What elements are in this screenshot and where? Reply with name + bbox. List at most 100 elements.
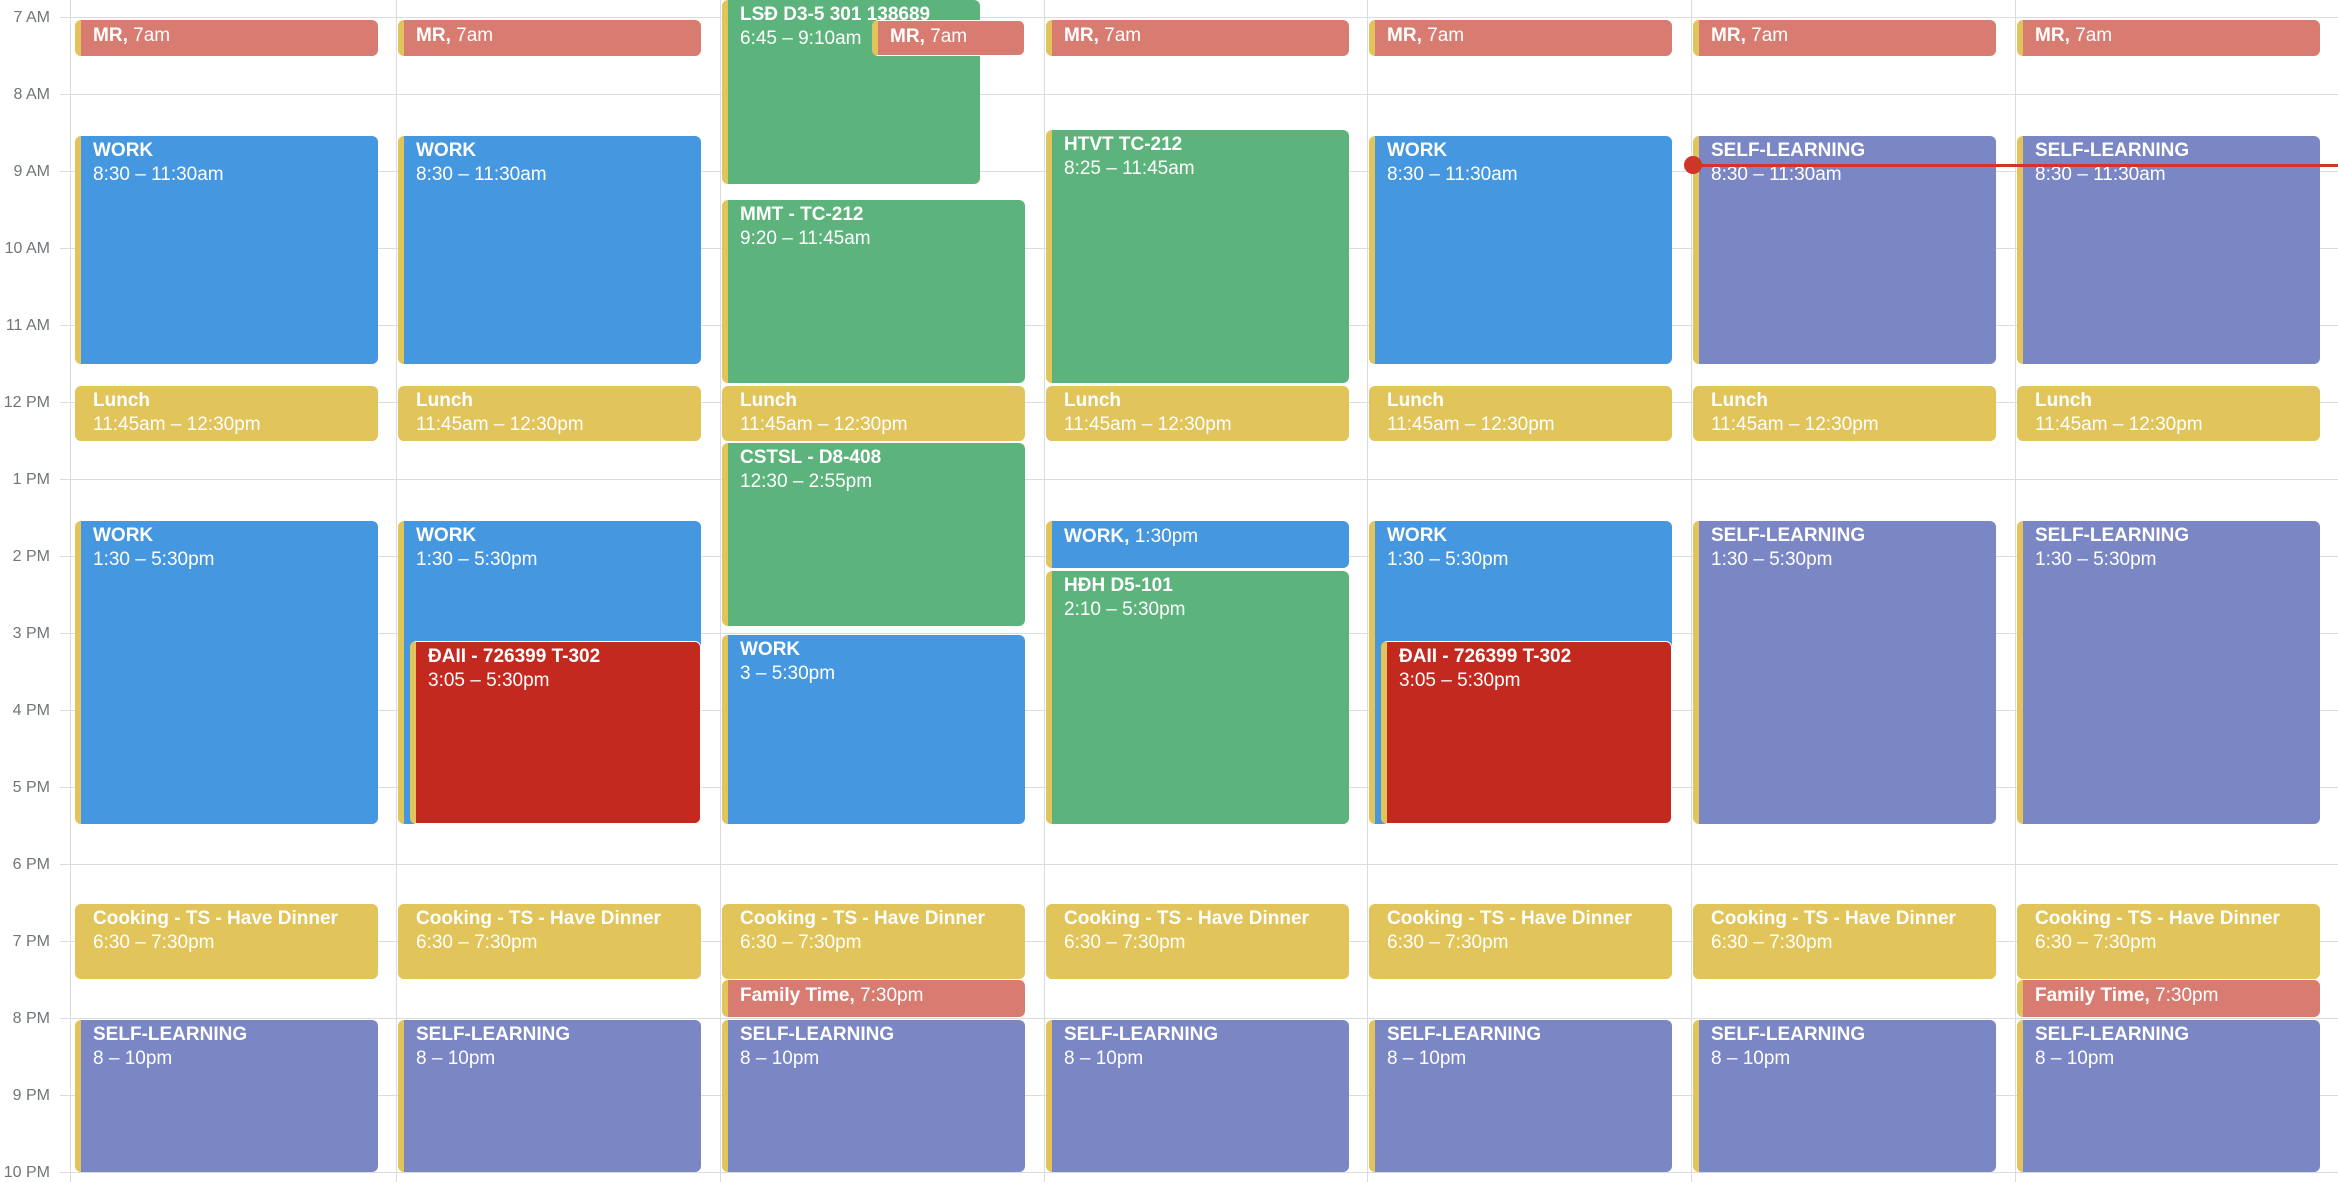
calendar-event[interactable]: Cooking - TS - Have Dinner 6:30 – 7:30pm [1693, 904, 1996, 979]
event-title: Cooking - TS - Have Dinner [1064, 908, 1309, 929]
event-title: MR [93, 25, 123, 46]
hour-gridline [60, 94, 2338, 95]
day-column-divider [1367, 0, 1368, 1182]
calendar-event[interactable]: WORK, 1:30pm [1046, 521, 1349, 568]
calendar-event[interactable]: MR, 7am [398, 20, 701, 56]
time-label: 7 PM [12, 933, 50, 950]
calendar-event[interactable]: Lunch 11:45am – 12:30pm [398, 386, 701, 441]
calendar-event[interactable]: ĐAII - 726399 T-302 3:05 – 5:30pm [1381, 641, 1672, 824]
event-summary: MR, 7am [1064, 24, 1341, 48]
event-title: Cooking - TS - Have Dinner [416, 908, 661, 929]
calendar-event[interactable]: Family Time, 7:30pm [2017, 980, 2320, 1017]
week-calendar-grid: 7 AM 8 AM 9 AM 10 AM 11 AM 12 PM 1 PM 2 PM 3 PM 4… [0, 0, 2338, 1182]
calendar-event[interactable]: Lunch 11:45am – 12:30pm [1693, 386, 1996, 441]
time-label: 9 PM [12, 1087, 50, 1104]
calendar-event[interactable]: SELF-LEARNING 8 – 10pm [1693, 1020, 1996, 1172]
time-label: 4 PM [12, 702, 50, 719]
calendar-event[interactable]: Lunch 11:45am – 12:30pm [2017, 386, 2320, 441]
event-separator: , [1124, 526, 1135, 547]
calendar-event[interactable]: SELF-LEARNING 8 – 10pm [1046, 1020, 1349, 1172]
calendar-event[interactable]: WORK 1:30 – 5:30pm [75, 521, 378, 824]
calendar-event[interactable]: SELF-LEARNING 1:30 – 5:30pm [1693, 521, 1996, 824]
calendar-event[interactable]: MR, 7am [2017, 20, 2320, 56]
event-time: 12:30 – 2:55pm [740, 471, 873, 492]
event-summary: MR, 7am [890, 25, 1016, 49]
calendar-event[interactable]: ĐAII - 726399 T-302 3:05 – 5:30pm [410, 641, 701, 824]
event-time: 7am [133, 25, 171, 46]
event-title: MR [1711, 25, 1741, 46]
calendar-event[interactable]: SELF-LEARNING 1:30 – 5:30pm [2017, 521, 2320, 824]
event-title: MR [890, 26, 920, 47]
event-title: WORK [1387, 140, 1448, 161]
calendar-event[interactable]: SELF-LEARNING 8:30 – 11:30am [2017, 136, 2320, 364]
event-time: 8 – 10pm [93, 1048, 173, 1069]
event-title: ĐAII - 726399 T-302 [1399, 646, 1572, 667]
event-title: MR [1387, 25, 1417, 46]
calendar-event[interactable]: Cooking - TS - Have Dinner 6:30 – 7:30pm [1369, 904, 1672, 979]
calendar-event[interactable]: Cooking - TS - Have Dinner 6:30 – 7:30pm [1046, 904, 1349, 979]
event-title: Cooking - TS - Have Dinner [1387, 908, 1632, 929]
day-column-divider [2015, 0, 2016, 1182]
event-time: 8:30 – 11:30am [93, 164, 224, 185]
calendar-event[interactable]: SELF-LEARNING 8 – 10pm [722, 1020, 1025, 1172]
event-title: MR [416, 25, 446, 46]
calendar-event[interactable]: Lunch 11:45am – 12:30pm [1046, 386, 1349, 441]
hour-gridline [60, 479, 2338, 480]
event-title: SELF-LEARNING [740, 1024, 895, 1045]
event-separator: , [1093, 25, 1105, 46]
event-title: SELF-LEARNING [2035, 525, 2190, 546]
event-time: 6:30 – 7:30pm [1064, 932, 1186, 953]
calendar-event[interactable]: WORK 3 – 5:30pm [722, 635, 1025, 824]
event-time: 7am [2075, 25, 2113, 46]
event-title: WORK [416, 525, 477, 546]
calendar-event[interactable]: SELF-LEARNING 8 – 10pm [2017, 1020, 2320, 1172]
calendar-event[interactable]: MR, 7am [1046, 20, 1349, 56]
calendar-event[interactable]: CSTSL - D8-408 12:30 – 2:55pm [722, 443, 1025, 626]
time-label: 8 AM [13, 86, 50, 103]
event-time: 8:30 – 11:30am [416, 164, 547, 185]
calendar-event[interactable]: Family Time, 7:30pm [722, 980, 1025, 1017]
event-time: 1:30 – 5:30pm [416, 549, 538, 570]
calendar-event[interactable]: WORK 8:30 – 11:30am [1369, 136, 1672, 364]
calendar-event[interactable]: HĐH D5-101 2:10 – 5:30pm [1046, 571, 1349, 824]
event-time: 1:30 – 5:30pm [1711, 549, 1833, 570]
event-time: 8 – 10pm [740, 1048, 820, 1069]
calendar-event[interactable]: HTVT TC-212 8:25 – 11:45am [1046, 130, 1349, 383]
event-separator: , [2144, 985, 2156, 1006]
hour-gridline [60, 864, 2338, 865]
calendar-event[interactable]: MR, 7am [75, 20, 378, 56]
calendar-event[interactable]: Lunch 11:45am – 12:30pm [1369, 386, 1672, 441]
calendar-event[interactable]: Cooking - TS - Have Dinner 6:30 – 7:30pm [398, 904, 701, 979]
calendar-event[interactable]: WORK 8:30 – 11:30am [75, 136, 378, 364]
calendar-event[interactable]: MR, 7am [872, 20, 1025, 56]
time-label: 7 AM [13, 9, 50, 26]
event-separator: , [1416, 25, 1428, 46]
hour-gridline [60, 17, 2338, 18]
calendar-event[interactable]: Cooking - TS - Have Dinner 6:30 – 7:30pm [75, 904, 378, 979]
calendar-event[interactable]: SELF-LEARNING 8 – 10pm [75, 1020, 378, 1172]
event-time: 7am [1104, 25, 1142, 46]
event-time: 8 – 10pm [2035, 1048, 2115, 1069]
event-summary: Family Time, 7:30pm [2035, 984, 2312, 1008]
event-title: CSTSL - D8-408 [740, 447, 882, 468]
calendar-event[interactable]: Lunch 11:45am – 12:30pm [75, 386, 378, 441]
event-time: 7am [930, 26, 968, 47]
event-title: SELF-LEARNING [1711, 140, 1866, 161]
calendar-event[interactable]: SELF-LEARNING 8:30 – 11:30am [1693, 136, 1996, 364]
calendar-event[interactable]: MR, 7am [1693, 20, 1996, 56]
event-title: Lunch [93, 390, 150, 411]
calendar-event[interactable]: Cooking - TS - Have Dinner 6:30 – 7:30pm [2017, 904, 2320, 979]
event-time: 7am [1427, 25, 1465, 46]
calendar-event[interactable]: SELF-LEARNING 8 – 10pm [398, 1020, 701, 1172]
day-column-divider [1044, 0, 1045, 1182]
calendar-event[interactable]: Cooking - TS - Have Dinner 6:30 – 7:30pm [722, 904, 1025, 979]
calendar-event[interactable]: Lunch 11:45am – 12:30pm [722, 386, 1025, 441]
event-separator: , [1740, 25, 1752, 46]
event-time: 6:30 – 7:30pm [1711, 932, 1833, 953]
calendar-event[interactable]: SELF-LEARNING 8 – 10pm [1369, 1020, 1672, 1172]
calendar-event[interactable]: WORK 8:30 – 11:30am [398, 136, 701, 364]
calendar-event[interactable]: MR, 7am [1369, 20, 1672, 56]
calendar-event[interactable]: MMT - TC-212 9:20 – 11:45am [722, 200, 1025, 383]
event-time: 9:20 – 11:45am [740, 228, 871, 249]
event-time: 11:45am – 12:30pm [1387, 414, 1555, 435]
